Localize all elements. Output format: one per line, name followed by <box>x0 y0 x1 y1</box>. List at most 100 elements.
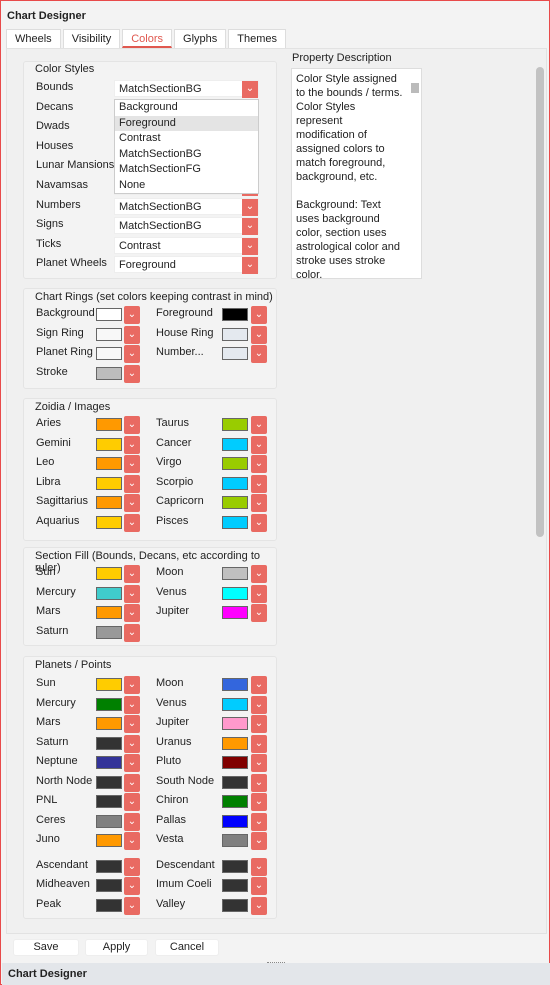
color-swatch-venus[interactable] <box>222 697 248 711</box>
color-swatch-number-[interactable] <box>222 347 248 360</box>
color-swatch-chiron[interactable] <box>222 795 248 808</box>
chevron-down-icon[interactable]: ⌄ <box>124 676 140 694</box>
color-swatch-ceres[interactable] <box>96 814 122 828</box>
chevron-down-icon[interactable]: ⌄ <box>124 793 140 811</box>
color-swatch-stroke[interactable] <box>96 366 122 380</box>
chevron-down-icon[interactable]: ⌄ <box>124 474 140 493</box>
chevron-down-icon[interactable]: ⌄ <box>251 435 267 454</box>
color-swatch-vesta[interactable] <box>222 834 248 847</box>
color-swatch-pnl[interactable] <box>96 795 122 808</box>
dropdown-option[interactable]: None <box>115 178 258 194</box>
color-swatch-midheaven[interactable] <box>96 879 122 892</box>
chevron-down-icon[interactable]: ⌄ <box>124 345 140 363</box>
color-swatch-valley[interactable] <box>222 898 248 912</box>
color-swatch-north-node[interactable] <box>96 775 122 789</box>
tab-wheels[interactable]: Wheels <box>6 29 61 48</box>
property-description-text[interactable]: Color Style assigned to the bounds / ter… <box>291 68 422 281</box>
chevron-down-icon[interactable]: ⌄ <box>251 306 267 324</box>
chevron-down-icon[interactable]: ⌄ <box>251 754 267 772</box>
vertical-scrollbar[interactable] <box>534 61 546 931</box>
chevron-down-icon[interactable]: ⌄ <box>251 715 267 733</box>
chevron-down-icon[interactable]: ⌄ <box>124 435 140 454</box>
color-swatch-mars[interactable] <box>96 606 122 619</box>
chevron-down-icon[interactable]: ⌄ <box>124 773 140 792</box>
color-swatch-saturn[interactable] <box>96 736 122 750</box>
chevron-down-icon[interactable]: ⌄ <box>124 513 140 532</box>
dropdown-option[interactable]: MatchSectionBG <box>115 147 258 163</box>
color-swatch-saturn[interactable] <box>96 625 122 639</box>
chevron-down-icon[interactable]: ⌄ <box>124 584 140 603</box>
chevron-down-icon[interactable]: ⌄ <box>251 584 267 603</box>
scrollbar-thumb[interactable] <box>536 67 544 537</box>
color-swatch-sagittarius[interactable] <box>96 496 122 509</box>
chevron-down-icon[interactable]: ⌄ <box>124 695 140 714</box>
tab-colors[interactable]: Colors <box>122 29 173 48</box>
chevron-down-icon[interactable]: ⌄ <box>251 455 267 473</box>
color-swatch-pallas[interactable] <box>222 814 248 828</box>
color-swatch-pisces[interactable] <box>222 515 248 529</box>
color-swatch-taurus[interactable] <box>222 418 248 431</box>
color-swatch-pluto[interactable] <box>222 756 248 769</box>
color-swatch-moon[interactable] <box>222 678 248 691</box>
color-swatch-house-ring[interactable] <box>222 327 248 341</box>
color-swatch-juno[interactable] <box>96 834 122 847</box>
color-swatch-planet-ring[interactable] <box>96 347 122 360</box>
color-swatch-imum-coeli[interactable] <box>222 879 248 892</box>
dropdown-option[interactable]: Background <box>115 100 258 116</box>
color-swatch-libra[interactable] <box>96 476 122 490</box>
chevron-down-icon[interactable]: ⌄ <box>242 218 258 236</box>
save-button[interactable]: Save <box>13 939 79 956</box>
color-swatch-descendant[interactable] <box>222 859 248 873</box>
color-swatch-peak[interactable] <box>96 898 122 912</box>
color-swatch-jupiter[interactable] <box>222 717 248 730</box>
tab-visibility[interactable]: Visibility <box>62 29 121 48</box>
chevron-down-icon[interactable]: ⌄ <box>251 676 267 694</box>
style-select-ticks[interactable]: Contrast ⌄ <box>114 236 259 255</box>
chevron-down-icon[interactable]: ⌄ <box>124 565 140 583</box>
chevron-down-icon[interactable]: ⌄ <box>242 257 258 275</box>
chevron-down-icon[interactable]: ⌄ <box>251 857 267 876</box>
color-swatch-gemini[interactable] <box>96 437 122 451</box>
chevron-down-icon[interactable]: ⌄ <box>124 877 140 895</box>
style-select-signs[interactable]: MatchSectionBG ⌄ <box>114 217 259 236</box>
color-swatch-ascendant[interactable] <box>96 859 122 873</box>
chevron-down-icon[interactable]: ⌄ <box>251 565 267 583</box>
chevron-down-icon[interactable]: ⌄ <box>124 896 140 915</box>
apply-button[interactable]: Apply <box>85 939 148 956</box>
chevron-down-icon[interactable]: ⌄ <box>251 325 267 344</box>
chevron-down-icon[interactable]: ⌄ <box>124 832 140 850</box>
chevron-down-icon[interactable]: ⌄ <box>251 494 267 512</box>
color-swatch-sun[interactable] <box>96 567 122 580</box>
chevron-down-icon[interactable]: ⌄ <box>251 896 267 915</box>
chevron-down-icon[interactable]: ⌄ <box>251 513 267 532</box>
chevron-down-icon[interactable]: ⌄ <box>251 812 267 831</box>
chevron-down-icon[interactable]: ⌄ <box>251 416 267 434</box>
style-select-planet-wheels[interactable]: Foreground ⌄ <box>114 256 259 275</box>
chevron-down-icon[interactable]: ⌄ <box>124 754 140 772</box>
chevron-down-icon[interactable]: ⌄ <box>251 604 267 622</box>
chevron-down-icon[interactable]: ⌄ <box>251 734 267 753</box>
chevron-down-icon[interactable]: ⌄ <box>124 623 140 642</box>
chevron-down-icon[interactable]: ⌄ <box>124 306 140 324</box>
chevron-down-icon[interactable]: ⌄ <box>251 793 267 811</box>
color-swatch-foreground[interactable] <box>222 308 248 321</box>
color-swatch-sun[interactable] <box>96 678 122 691</box>
description-scroll-thumb[interactable] <box>411 83 419 93</box>
color-swatch-capricorn[interactable] <box>222 496 248 509</box>
chevron-down-icon[interactable]: ⌄ <box>124 857 140 876</box>
color-swatch-mars[interactable] <box>96 717 122 730</box>
chevron-down-icon[interactable]: ⌄ <box>251 695 267 714</box>
cancel-button[interactable]: Cancel <box>155 939 219 956</box>
color-swatch-venus[interactable] <box>222 586 248 600</box>
color-swatch-scorpio[interactable] <box>222 476 248 490</box>
chevron-down-icon[interactable]: ⌄ <box>124 455 140 473</box>
dropdown-option[interactable]: MatchSectionFG <box>115 162 258 178</box>
chevron-down-icon[interactable]: ⌄ <box>124 416 140 434</box>
color-swatch-aries[interactable] <box>96 418 122 431</box>
chevron-down-icon[interactable]: ⌄ <box>242 81 258 98</box>
chevron-down-icon[interactable]: ⌄ <box>124 734 140 753</box>
color-swatch-south-node[interactable] <box>222 775 248 789</box>
color-swatch-virgo[interactable] <box>222 457 248 470</box>
chevron-down-icon[interactable]: ⌄ <box>251 832 267 850</box>
color-swatch-cancer[interactable] <box>222 437 248 451</box>
